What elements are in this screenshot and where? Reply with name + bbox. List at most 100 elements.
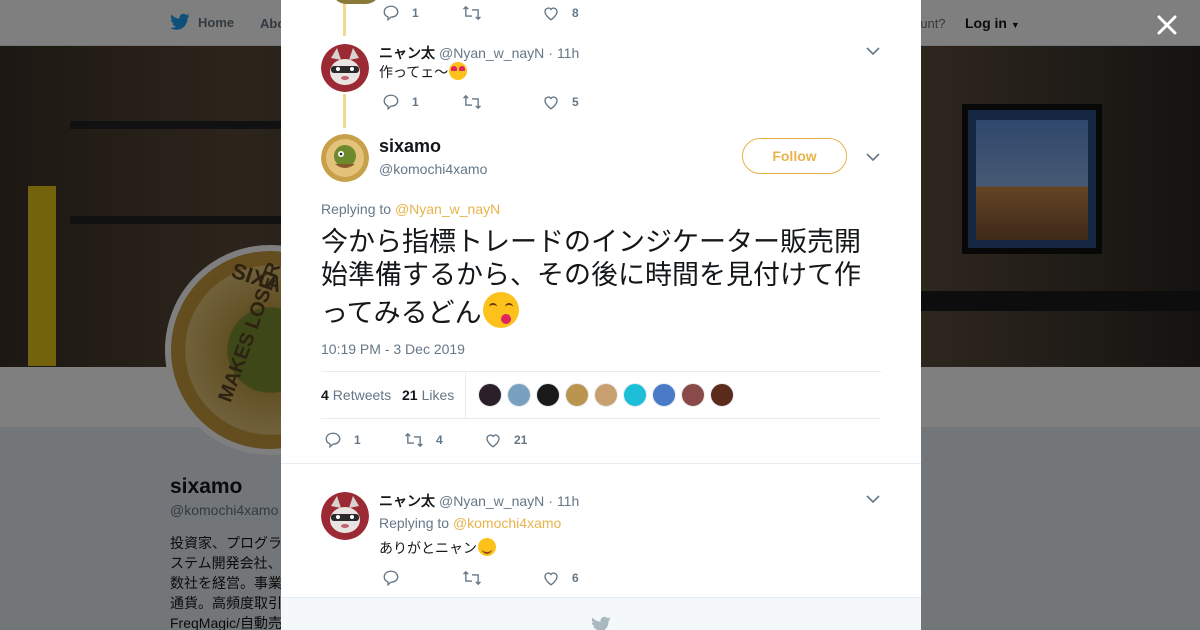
like-button[interactable]: 6 <box>542 569 579 587</box>
tweet-actions: 6 <box>382 569 579 587</box>
chevron-down-icon[interactable] <box>865 43 881 59</box>
avatar[interactable] <box>321 44 369 92</box>
liker-avatar[interactable] <box>565 383 589 407</box>
reply-icon <box>325 432 341 449</box>
retweets-count: 4 <box>321 387 329 403</box>
main-tweet-timestamp[interactable]: 10:19 PM - 3 Dec 2019 <box>321 341 465 357</box>
retweet-button[interactable] <box>462 93 542 111</box>
liker-avatar[interactable] <box>507 383 531 407</box>
like-count: 8 <box>572 6 579 20</box>
divider <box>281 463 921 464</box>
tweet-text: ありがとニャン <box>379 538 496 558</box>
follow-button[interactable]: Follow <box>742 138 847 174</box>
reply-count: 1 <box>412 95 419 109</box>
replying-to-link[interactable]: @Nyan_w_nayN <box>395 201 500 217</box>
liker-avatar[interactable] <box>681 383 705 407</box>
replying-to: Replying to @komochi4xamo <box>379 515 561 531</box>
user-name[interactable]: ニャン太 <box>379 45 435 61</box>
reply-button[interactable]: 1 <box>382 4 462 22</box>
replying-to-link[interactable]: @komochi4xamo <box>453 515 561 531</box>
tweet-text-content: 作ってェ〜 <box>379 64 449 80</box>
reply-button[interactable] <box>382 569 462 587</box>
sixamo-avatar-image <box>321 134 369 182</box>
heart-icon <box>544 572 558 586</box>
liker-avatar[interactable] <box>478 383 502 407</box>
tweet-header: ニャン太 @Nyan_w_nayN · 11h <box>379 491 579 511</box>
stats-divider <box>465 372 466 418</box>
tweet-time[interactable]: 11h <box>557 45 579 61</box>
retweet-button[interactable]: 4 <box>404 431 484 449</box>
retweet-button[interactable] <box>462 569 542 587</box>
retweet-icon <box>463 94 481 110</box>
like-count: 5 <box>572 95 579 109</box>
separator: · <box>548 45 553 61</box>
main-user-name[interactable]: sixamo <box>379 136 441 157</box>
reply-button[interactable]: 1 <box>382 93 462 111</box>
retweet-button[interactable] <box>462 4 542 22</box>
main-tweet-text-content: 今から指標トレードのインジケーター販売開始準備するから、その後に時間を見付けて作… <box>321 227 861 328</box>
tweet-header: ニャン太 @Nyan_w_nayN · 11h <box>379 43 579 63</box>
main-user-handle[interactable]: @komochi4xamo <box>379 161 487 177</box>
close-button[interactable] <box>1152 10 1182 40</box>
separator: · <box>548 493 553 509</box>
like-button[interactable]: 5 <box>542 93 579 111</box>
twitter-bird-icon <box>591 616 611 630</box>
tweet-stats: 4 Retweets 21 Likes <box>321 371 881 419</box>
reply-count: 1 <box>412 6 419 20</box>
avatar[interactable] <box>321 134 369 182</box>
user-handle[interactable]: @Nyan_w_nayN <box>439 45 544 61</box>
smile-emoji-icon <box>478 538 496 556</box>
heart-icon <box>544 96 558 110</box>
retweet-icon <box>405 432 423 448</box>
avatar[interactable] <box>321 492 369 540</box>
heart-icon <box>486 434 500 448</box>
cat-avatar-image <box>321 492 369 540</box>
reply-icon <box>383 5 399 22</box>
reply-icon <box>383 570 399 587</box>
liker-avatar[interactable] <box>536 383 560 407</box>
heart-icon <box>544 7 558 21</box>
like-button[interactable]: 21 <box>484 431 527 449</box>
replying-prefix: Replying to <box>379 515 450 531</box>
retweet-count: 4 <box>436 433 443 447</box>
user-handle[interactable]: @Nyan_w_nayN <box>439 493 544 509</box>
replying-prefix: Replying to <box>321 201 392 217</box>
retweets-label: Retweets <box>332 387 392 403</box>
user-name[interactable]: ニャン太 <box>379 493 435 509</box>
tweet-actions: 1 4 21 <box>324 431 527 449</box>
likes-label: Likes <box>421 387 455 403</box>
yum-emoji-icon <box>482 292 519 328</box>
modal-footer <box>281 597 921 630</box>
like-button[interactable]: 8 <box>542 4 579 22</box>
main-tweet-text: 今から指標トレードのインジケーター販売開始準備するから、その後に時間を見付けて作… <box>321 226 886 330</box>
chevron-down-icon[interactable] <box>865 491 881 507</box>
avatar[interactable] <box>332 0 380 4</box>
thread-line <box>343 0 346 36</box>
chevron-down-icon[interactable] <box>865 149 881 165</box>
likes-stat[interactable]: 21 Likes <box>402 387 454 403</box>
liker-avatar[interactable] <box>623 383 647 407</box>
tweet-time[interactable]: 11h <box>557 493 579 509</box>
tweet-text-content: ありがとニャン <box>379 540 477 556</box>
retweets-stat[interactable]: 4 Retweets <box>321 387 391 403</box>
retweet-icon <box>463 5 481 21</box>
liker-avatar[interactable] <box>652 383 676 407</box>
like-count: 21 <box>514 433 528 447</box>
like-count: 6 <box>572 571 579 585</box>
reply-count: 1 <box>354 433 361 447</box>
close-icon <box>1157 15 1177 35</box>
liker-avatar[interactable] <box>594 383 618 407</box>
reply-button[interactable]: 1 <box>324 431 404 449</box>
tweet-modal: 1 8 ニャン太 @Nyan_w_nayN · 11h 作ってェ〜 1 5 si… <box>281 0 921 630</box>
retweet-icon <box>463 570 481 586</box>
likes-count: 21 <box>402 387 418 403</box>
tweet-actions: 1 8 <box>382 4 579 22</box>
cat-avatar-image <box>321 44 369 92</box>
heart-eyes-emoji-icon <box>449 62 468 80</box>
reply-icon <box>383 94 399 111</box>
tweet-actions: 1 5 <box>382 93 579 111</box>
liker-avatar[interactable] <box>710 383 734 407</box>
liker-avatars <box>478 383 739 407</box>
replying-to: Replying to @Nyan_w_nayN <box>321 201 500 217</box>
tweet-text: 作ってェ〜 <box>379 62 468 82</box>
